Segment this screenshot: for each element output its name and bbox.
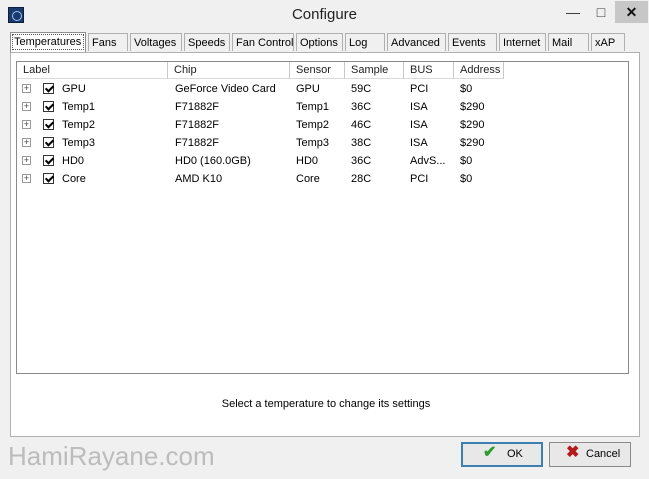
row-chip: F71882F [175,137,220,149]
column-sample[interactable]: Sample [345,62,404,79]
checkbox-icon[interactable] [43,119,54,130]
tab-advanced[interactable]: Advanced [387,33,446,51]
row-bus: ISA [410,119,428,131]
watermark-text: HamiRayane.com [8,441,215,471]
expand-icon[interactable]: + [22,120,31,129]
close-button[interactable]: ✕ [615,1,648,23]
table-row[interactable]: + Temp3 F71882F Temp3 38C ISA $290 [17,134,628,152]
row-bus: ISA [410,101,428,113]
row-label: Core [62,173,86,185]
row-label: Temp3 [62,137,96,149]
row-sample: 59C [351,83,372,95]
checkbox-icon[interactable] [43,83,54,94]
row-bus: AdvS... [410,155,446,167]
table-row[interactable]: + Core AMD K10 Core 28C PCI $0 [17,170,628,188]
expand-icon[interactable]: + [22,156,31,165]
row-chip: F71882F [175,101,220,113]
row-chip: AMD K10 [175,173,223,185]
row-sensor: Temp1 [296,101,330,113]
cancel-label: Cancel [586,448,621,460]
tab-events[interactable]: Events [448,33,497,51]
row-sample: 46C [351,119,372,131]
ok-button[interactable]: ✔ OK [461,442,543,467]
row-sensor: Temp2 [296,119,330,131]
row-address: $0 [460,155,473,167]
column-chip[interactable]: Chip [168,62,290,79]
row-sample: 28C [351,173,372,185]
configure-window: Configure — □ ✕ Temperatures Fans Voltag… [0,0,649,479]
tab-mail[interactable]: Mail [548,33,589,51]
status-text: Select a temperature to change its setti… [221,398,431,410]
row-label: Temp1 [62,101,96,113]
table-row[interactable]: + Temp2 F71882F Temp2 46C ISA $290 [17,116,628,134]
row-address: $290 [460,119,485,131]
tab-fan-control[interactable]: Fan Control [232,33,294,51]
expand-icon[interactable]: + [22,138,31,147]
tab-xap[interactable]: xAP [591,33,625,51]
list-header: Label Chip Sensor Sample BUS Address [17,62,628,79]
expand-icon[interactable]: + [22,102,31,111]
row-label: GPU [62,83,86,95]
row-address: $290 [460,137,485,149]
row-sample: 36C [351,101,372,113]
x-icon: ✖ [566,444,580,461]
row-sensor: HD0 [296,155,319,167]
row-label: Temp2 [62,119,96,131]
row-chip: F71882F [175,119,220,131]
temperature-list[interactable]: Label Chip Sensor Sample BUS Address + G… [16,61,629,374]
tab-strip: Temperatures Fans Voltages Speeds Fan Co… [10,32,630,53]
row-chip: HD0 (160.0GB) [175,155,251,167]
row-bus: PCI [410,83,429,95]
checkbox-icon[interactable] [43,101,54,112]
expand-icon[interactable]: + [22,174,31,183]
row-chip: GeForce Video Card [175,83,276,95]
column-sensor[interactable]: Sensor [290,62,345,79]
row-bus: ISA [410,137,428,149]
row-sensor: Core [296,173,320,185]
tab-fans[interactable]: Fans [88,33,128,51]
check-icon: ✔ [483,444,497,461]
tab-options[interactable]: Options [296,33,343,51]
checkbox-icon[interactable] [43,173,54,184]
table-row[interactable]: + GPU GeForce Video Card GPU 59C PCI $0 [17,80,628,98]
row-address: $0 [460,173,473,185]
maximize-button[interactable]: □ [587,1,615,23]
tab-log[interactable]: Log [345,33,385,51]
expand-icon[interactable]: + [22,84,31,93]
row-sample: 38C [351,137,372,149]
window-title: Configure [291,6,358,23]
title-bar: Configure — □ ✕ [0,0,649,30]
temperatures-panel: Label Chip Sensor Sample BUS Address + G… [10,52,640,437]
column-bus[interactable]: BUS [404,62,454,79]
checkbox-icon[interactable] [43,155,54,166]
tab-speeds[interactable]: Speeds [184,33,230,51]
row-sensor: Temp3 [296,137,330,149]
tab-internet[interactable]: Internet [499,33,546,51]
tab-temperatures[interactable]: Temperatures [10,32,86,52]
column-address[interactable]: Address [454,62,504,79]
cancel-button[interactable]: ✖ Cancel [549,442,631,467]
row-address: $290 [460,101,485,113]
column-label[interactable]: Label [17,62,168,79]
table-row[interactable]: + HD0 HD0 (160.0GB) HD0 36C AdvS... $0 [17,152,628,170]
checkbox-icon[interactable] [43,137,54,148]
ok-label: OK [507,448,523,460]
row-sensor: GPU [296,83,320,95]
row-label: HD0 [62,155,85,167]
table-row[interactable]: + Temp1 F71882F Temp1 36C ISA $290 [17,98,628,116]
row-address: $0 [460,83,473,95]
minimize-button[interactable]: — [559,1,587,23]
tab-voltages[interactable]: Voltages [130,33,182,51]
row-sample: 36C [351,155,372,167]
row-bus: PCI [410,173,429,185]
